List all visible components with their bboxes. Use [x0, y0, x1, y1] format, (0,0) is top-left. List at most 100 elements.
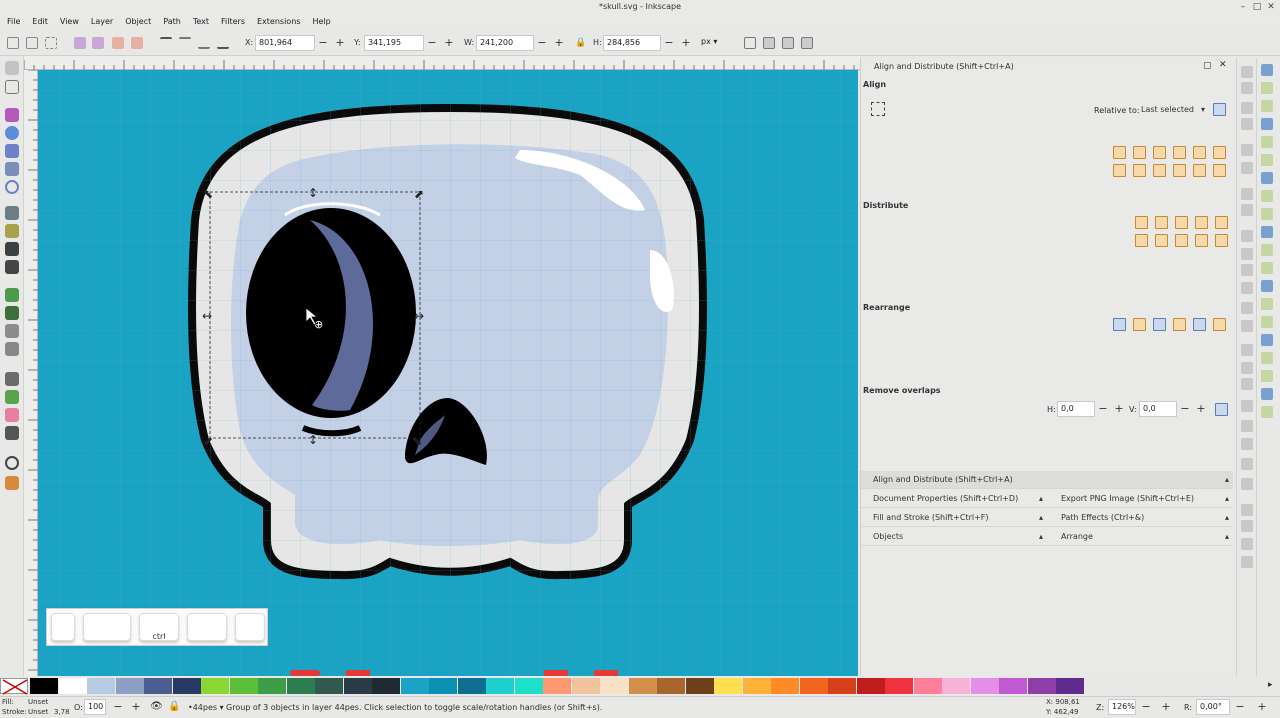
palette-menu-icon[interactable]: ▸ — [1268, 680, 1273, 690]
command-icon[interactable] — [1241, 204, 1253, 216]
overlap-v-field[interactable]: 0,0 — [1139, 401, 1177, 417]
command-icon[interactable] — [1241, 82, 1253, 94]
command-icon[interactable] — [1241, 478, 1253, 490]
align-button[interactable] — [1113, 164, 1126, 177]
align-button[interactable] — [1213, 146, 1226, 159]
distribute-button[interactable] — [1215, 234, 1228, 247]
menu-text[interactable]: Text — [187, 14, 215, 30]
flip-vertical-icon[interactable] — [131, 37, 143, 49]
stroke-value[interactable]: Unset — [28, 708, 48, 716]
handle-s[interactable]: ↕ — [308, 433, 318, 447]
x-field[interactable]: 801,964 — [255, 35, 315, 51]
lock-icon[interactable]: 🔒 — [573, 35, 589, 51]
dock-tab-path-effects[interactable]: Path Effects (Ctrl+&) ▴ — [1049, 509, 1233, 527]
align-button[interactable] — [1113, 146, 1126, 159]
command-icon[interactable] — [1241, 400, 1253, 412]
menu-help[interactable]: Help — [306, 14, 336, 30]
palette-swatch[interactable] — [1056, 678, 1084, 694]
menu-filters[interactable]: Filters — [215, 14, 251, 30]
palette-swatch[interactable] — [58, 678, 87, 694]
raise-icon[interactable] — [179, 37, 191, 49]
rotate-field[interactable]: 0,00° — [1196, 699, 1230, 715]
command-icon[interactable] — [1241, 282, 1253, 294]
rectangle-tool-icon[interactable] — [5, 108, 19, 122]
overlap-h-increment[interactable]: + — [1111, 401, 1127, 417]
rearrange-button[interactable] — [1133, 318, 1146, 331]
drawing-canvas[interactable]: ⬉ ↕ ⬈ ↔ ↔ ⬋ ↕ ⬊ ⊕ — [38, 70, 858, 676]
snap-icon[interactable] — [1261, 226, 1273, 238]
palette-swatch[interactable] — [400, 678, 429, 694]
palette-swatch[interactable] — [258, 678, 286, 694]
vertical-ruler[interactable] — [24, 69, 38, 676]
palette-swatch[interactable] — [286, 678, 315, 694]
snap-icon[interactable] — [1261, 388, 1273, 400]
palette-swatch[interactable] — [87, 678, 115, 694]
palette-swatch[interactable] — [429, 678, 457, 694]
distribute-button[interactable] — [1175, 234, 1188, 247]
flip-horizontal-icon[interactable] — [112, 37, 124, 49]
w-field[interactable]: 241,200 — [476, 35, 534, 51]
treat-as-group-icon[interactable] — [871, 102, 885, 116]
maximize-icon[interactable]: □ — [1250, 0, 1264, 14]
dock-tab-document-properties[interactable]: Document Properties (Shift+Ctrl+D) ▴ — [861, 490, 1047, 508]
overlap-v-increment[interactable]: + — [1193, 401, 1209, 417]
dock-tab-fill-stroke[interactable]: Fill and Stroke (Shift+Ctrl+F) ▴ — [861, 509, 1047, 527]
command-icon[interactable] — [1241, 538, 1253, 550]
command-icon[interactable] — [1241, 378, 1253, 390]
handle-ne[interactable]: ⬈ — [414, 187, 424, 201]
opacity-field[interactable]: 100 — [84, 699, 106, 715]
select-all-icon[interactable] — [7, 37, 19, 49]
fill-value[interactable]: Unset — [28, 698, 48, 706]
command-icon[interactable] — [1241, 102, 1253, 114]
handle-nw[interactable]: ⬉ — [203, 187, 213, 201]
skull-drawing[interactable]: ⬉ ↕ ⬈ ↔ ↔ ⬋ ↕ ⬊ ⊕ — [38, 70, 858, 676]
align-button[interactable] — [1133, 146, 1146, 159]
command-icon[interactable] — [1241, 362, 1253, 374]
palette-swatch[interactable] — [514, 678, 543, 694]
menu-object[interactable]: Object — [119, 14, 157, 30]
dock-tab-export-png[interactable]: Export PNG Image (Shift+Ctrl+E) ▴ — [1049, 490, 1233, 508]
command-icon[interactable] — [1241, 504, 1253, 516]
command-icon[interactable] — [1241, 118, 1253, 130]
distribute-button[interactable] — [1175, 216, 1188, 229]
select-all-layers-icon[interactable] — [26, 37, 38, 49]
menu-layer[interactable]: Layer — [85, 14, 119, 30]
snap-icon[interactable] — [1261, 244, 1273, 256]
rotate-cw-icon[interactable] — [92, 37, 104, 49]
dock-tab-align[interactable]: Align and Distribute (Shift+Ctrl+A) ▴ — [861, 471, 1233, 489]
distribute-button[interactable] — [1195, 234, 1208, 247]
rotate-increment[interactable]: + — [1254, 699, 1270, 715]
dock-tab-arrange[interactable]: Arrange ▴ — [1049, 528, 1233, 546]
snap-icon[interactable] — [1261, 190, 1273, 202]
command-icon[interactable] — [1241, 66, 1253, 78]
eraser-tool-icon[interactable] — [5, 408, 19, 422]
snap-icon[interactable] — [1261, 100, 1273, 112]
zoom-tool-icon[interactable] — [5, 456, 19, 470]
gradient-tool-icon[interactable] — [5, 476, 19, 490]
ellipse-tool-icon[interactable] — [5, 126, 19, 140]
h-decrement-button[interactable]: − — [661, 35, 677, 51]
snap-icon[interactable] — [1261, 334, 1273, 346]
align-button[interactable] — [1193, 164, 1206, 177]
remove-overlaps-button[interactable] — [1215, 403, 1228, 416]
transform-patterns-icon[interactable] — [801, 37, 813, 49]
distribute-button[interactable] — [1155, 234, 1168, 247]
palette-swatch[interactable] — [913, 678, 942, 694]
horizontal-ruler[interactable] — [23, 56, 860, 70]
snap-icon[interactable] — [1261, 118, 1273, 130]
palette-swatch[interactable] — [685, 678, 714, 694]
snap-icon[interactable] — [1261, 154, 1273, 166]
w-increment-button[interactable]: + — [551, 35, 567, 51]
palette-swatch[interactable] — [229, 678, 258, 694]
pencil-tool-icon[interactable] — [5, 224, 19, 238]
align-button[interactable] — [1153, 146, 1166, 159]
palette-swatch[interactable] — [144, 678, 172, 694]
command-icon[interactable] — [1241, 230, 1253, 242]
distribute-button[interactable] — [1135, 234, 1148, 247]
scale-corners-icon[interactable] — [763, 37, 775, 49]
palette-swatch[interactable] — [543, 678, 571, 694]
h-field[interactable]: 284,856 — [603, 35, 661, 51]
menu-file[interactable]: File — [0, 14, 26, 30]
calligraphy-tool-icon[interactable] — [5, 242, 19, 256]
layer-visibility-icon[interactable]: 👁 — [150, 701, 163, 712]
